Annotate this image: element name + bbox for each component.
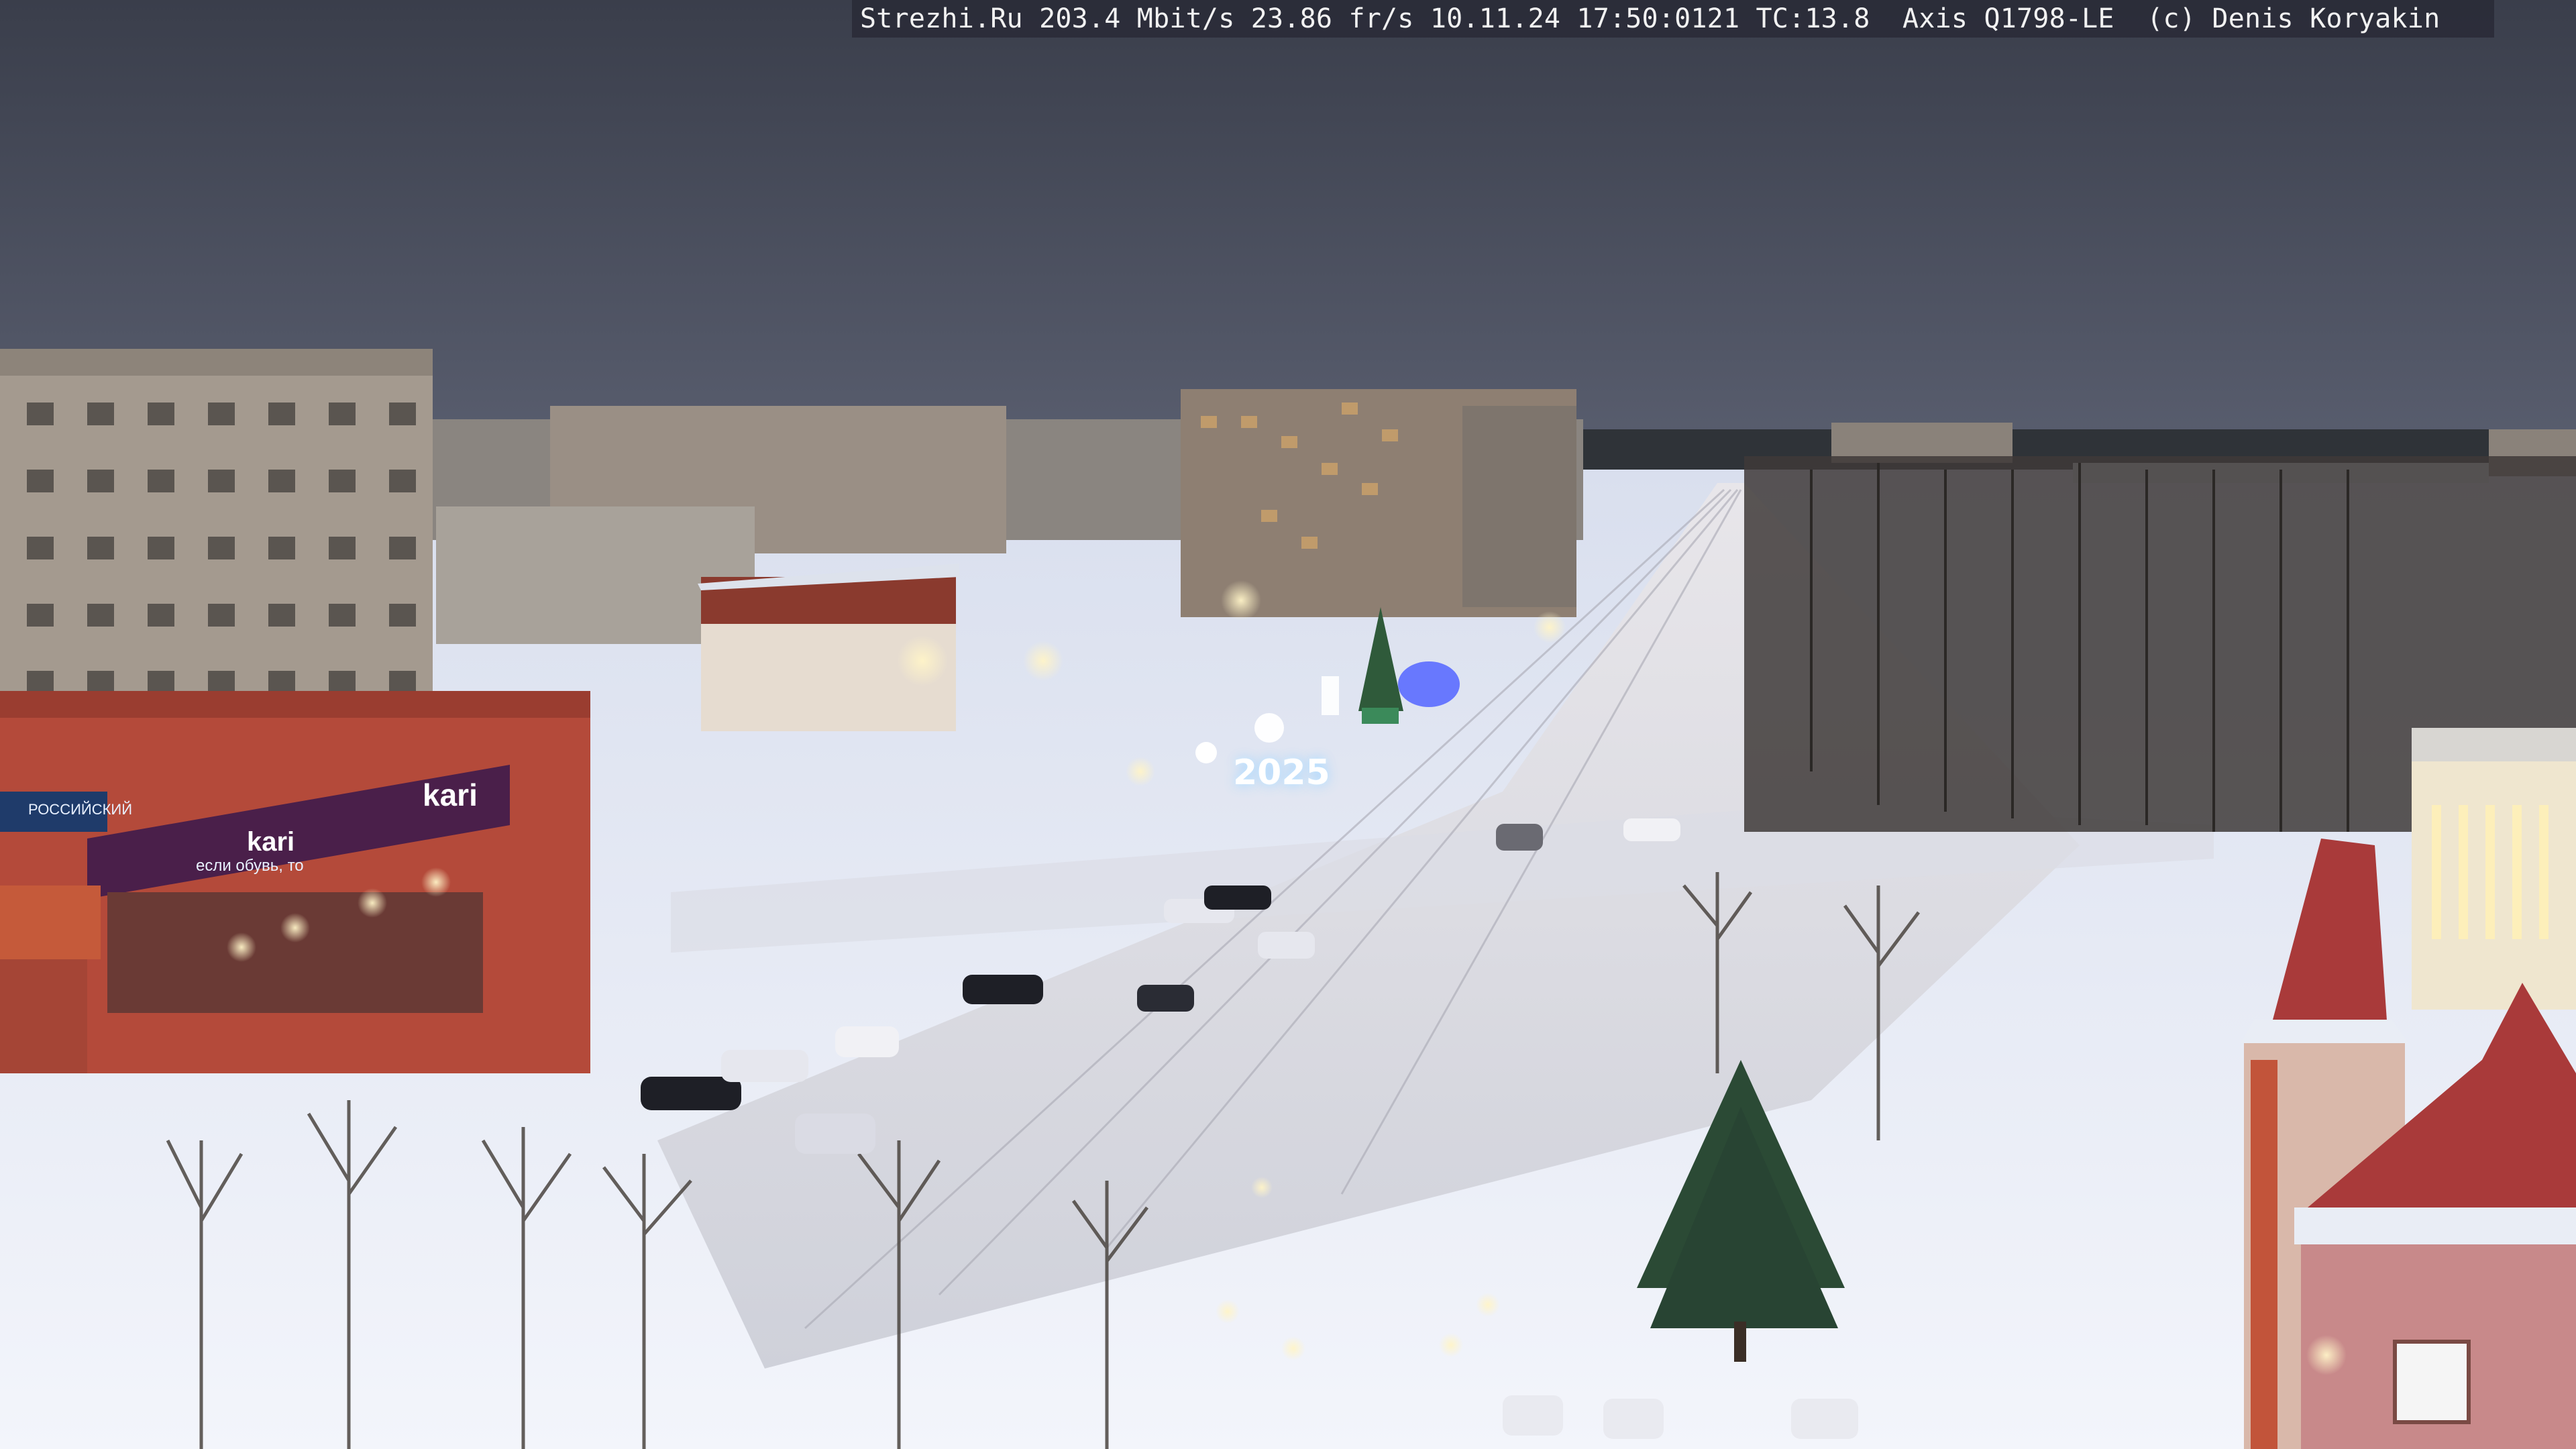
kari-shop-building xyxy=(0,691,590,1073)
street-scene xyxy=(0,0,2576,1449)
camera-caption-overlay: Strezhi.Ru 203.4 Mbit/s 23.86 fr/s 10.11… xyxy=(852,0,2494,38)
right-modern-building xyxy=(2412,728,2576,1010)
kari-tagline: если обувь, то xyxy=(196,857,304,875)
kari-sign-main: kari xyxy=(423,777,478,812)
kari-sign-secondary: kari xyxy=(247,827,295,857)
bank-sign: РОССИЙСКИЙ xyxy=(28,801,133,818)
new-year-2025-sign: 2025 xyxy=(1233,753,1330,793)
webcam-frame: kari kari если обувь, то РОССИЙСКИЙ 2025… xyxy=(0,0,2576,1449)
